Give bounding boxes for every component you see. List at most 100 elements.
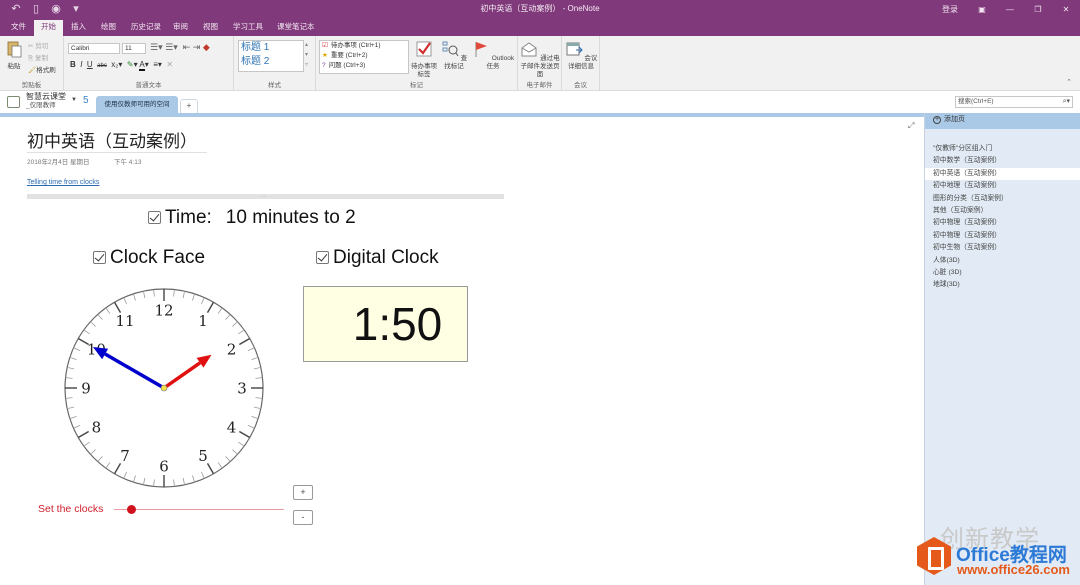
tab-class-notebook[interactable]: 课堂笔记本 xyxy=(270,20,322,36)
tags-gallery[interactable]: ☑ 待办事项 (Ctrl+1) ★ 重要 (Ctrl+2) ? 问题 (Ctrl+3) xyxy=(319,40,409,74)
time-label: Time: xyxy=(165,207,212,228)
clear-format-icon[interactable]: ◆ xyxy=(203,42,210,52)
notebook-icon[interactable] xyxy=(7,96,20,108)
find-tags-button[interactable]: 查找标记 xyxy=(440,40,468,71)
format-painter-button[interactable]: 🖌格式刷 xyxy=(28,64,56,74)
time-slider-thumb[interactable] xyxy=(126,505,136,514)
tab-file[interactable]: 文件 xyxy=(4,20,33,36)
strikethrough-button[interactable]: abc xyxy=(97,63,107,69)
numbered-list-icon[interactable]: ☰ xyxy=(165,42,173,52)
email-page-button[interactable]: 通过电子邮件发送页面 xyxy=(520,40,560,79)
page-list-item[interactable]: 人体(3D) xyxy=(925,255,1080,267)
section-count: 5 xyxy=(83,95,89,106)
tab-learning-tools[interactable]: 学习工具 xyxy=(226,20,270,36)
time-checkbox[interactable] xyxy=(148,211,161,225)
paste-button[interactable]: 粘贴 xyxy=(4,40,24,71)
decrement-button[interactable]: - xyxy=(293,510,313,525)
notebook-name: 智慧云课堂 xyxy=(26,92,66,101)
analog-clock[interactable]: 121234567891011 xyxy=(63,287,265,489)
tab-history[interactable]: 历史记录 xyxy=(124,20,168,36)
page-list-item[interactable]: 图形的分类（互动案例） xyxy=(925,193,1080,205)
tab-home[interactable]: 开始 xyxy=(34,20,63,36)
tag-important[interactable]: ★ 重要 (Ctrl+2) xyxy=(320,51,408,61)
ribbon-tabs: 文件 开始 插入 绘图 历史记录 审阅 视图 学习工具 课堂笔记本 xyxy=(0,18,1080,36)
tab-review[interactable]: 审阅 xyxy=(166,20,195,36)
notebook-dropdown-icon[interactable]: ▼ xyxy=(71,97,77,103)
page-list-item[interactable]: "仅教师"分区组入门 xyxy=(925,143,1080,155)
digital-clock-display: 1:50 xyxy=(303,286,468,362)
ribbon-display-icon[interactable]: ▣ xyxy=(968,0,996,18)
indent-icon[interactable]: ⇥ xyxy=(193,42,201,52)
calendar-icon xyxy=(566,42,583,56)
time-slider[interactable] xyxy=(114,509,284,510)
page-list-item[interactable]: 其他（互动案例） xyxy=(925,205,1080,217)
tag-question[interactable]: ? 问题 (Ctrl+3) xyxy=(320,61,408,71)
page-canvas[interactable]: ⤢ 初中英语（互动案例） 2018年2月4日 星期日 下午 4:13 Telli… xyxy=(0,117,924,585)
style-heading-2[interactable]: 标题 2 xyxy=(239,55,303,69)
add-page-button[interactable]: + 添加页 xyxy=(925,113,1080,129)
embed-drag-handle[interactable]: ···· xyxy=(27,194,504,199)
fullscreen-icon[interactable]: ⤢ xyxy=(908,121,914,131)
meeting-details-button[interactable]: 会议详细信息 xyxy=(564,40,598,71)
align-icon[interactable]: ≡ xyxy=(153,60,158,69)
delete-icon[interactable]: ✕ xyxy=(166,60,173,69)
tab-view[interactable]: 视图 xyxy=(196,20,225,36)
section-tab[interactable]: 使用仅教师可用的空间 xyxy=(96,96,178,113)
clock-number: 7 xyxy=(120,447,130,465)
close-icon[interactable]: ✕ xyxy=(1052,0,1080,18)
tab-draw[interactable]: 绘图 xyxy=(94,20,123,36)
underline-button[interactable]: U xyxy=(87,60,93,69)
search-input[interactable]: 搜索(Ctrl+E) ⌕▾ xyxy=(955,96,1073,108)
outlook-tasks-label: Outlook 任务 xyxy=(486,55,515,70)
search-icon[interactable]: ⌕▾ xyxy=(1063,97,1070,107)
email-group: 通过电子邮件发送页面 电子邮件 xyxy=(518,36,562,91)
styles-scroll[interactable]: ▴ ▾ ▿ xyxy=(305,40,308,70)
todo-tag-button[interactable]: 待办事项标签 xyxy=(411,40,437,79)
page-list-item[interactable]: 初中物理（互动案例） xyxy=(925,230,1080,242)
page-date: 2018年2月4日 星期日 xyxy=(27,159,90,166)
restore-icon[interactable]: ❐ xyxy=(1024,0,1052,18)
time-row: Time: 10 minutes to 2 xyxy=(148,207,356,229)
digital-clock-checkbox[interactable] xyxy=(316,251,329,265)
page-list-item[interactable]: 初中英语（互动案例） xyxy=(925,167,1080,181)
outdent-icon[interactable]: ⇤ xyxy=(183,42,191,52)
minimize-icon[interactable]: — xyxy=(996,0,1024,18)
italic-button[interactable]: I xyxy=(80,60,82,69)
increment-button[interactable]: + xyxy=(293,485,313,500)
font-family-select[interactable]: Calibri xyxy=(68,43,120,54)
tab-insert[interactable]: 插入 xyxy=(64,20,93,36)
page-list-item[interactable]: 初中地理（互动案例） xyxy=(925,180,1080,192)
clock-number: 8 xyxy=(92,419,102,437)
envelope-icon xyxy=(521,42,537,57)
outlook-tasks-button[interactable]: Outlook 任务 xyxy=(470,40,516,71)
telling-time-link[interactable]: Telling time from clocks xyxy=(27,179,99,186)
copy-button[interactable]: ⎘ 复制 xyxy=(28,52,48,63)
login-button[interactable]: 登录 xyxy=(932,0,968,18)
page-list-item[interactable]: 初中生物（互动案例） xyxy=(925,242,1080,254)
tags-group-label: 标记 xyxy=(410,82,423,89)
subscript-button[interactable]: x₂ xyxy=(111,60,118,69)
page-list: "仅教师"分区组入门 初中数学（互动案例） 初中英语（互动案例） 初中地理（互动案例）… xyxy=(925,143,1080,292)
tag-todo[interactable]: ☑ 待办事项 (Ctrl+1) xyxy=(320,41,408,51)
page-list-item[interactable]: 初中物理（互动案例） xyxy=(925,217,1080,229)
style-heading-1[interactable]: 标题 1 xyxy=(239,41,303,55)
clock-center xyxy=(160,384,168,392)
styles-gallery[interactable]: 标题 1 标题 2 xyxy=(238,40,304,72)
cut-button[interactable]: ✂ 剪切 xyxy=(28,40,48,50)
bullet-list-icon[interactable]: ☰ xyxy=(150,42,158,52)
page-list-item[interactable]: 地球(3D) xyxy=(925,279,1080,291)
highlight-icon[interactable]: ✎ xyxy=(127,60,134,69)
page-list-item[interactable]: 心脏 (3D) xyxy=(925,267,1080,279)
bold-button[interactable]: B xyxy=(70,60,76,69)
font-size-select[interactable]: 11 xyxy=(122,43,146,54)
notebook-selector[interactable]: 智慧云课堂 _仅限教师 xyxy=(26,92,66,110)
add-section-button[interactable]: + xyxy=(180,99,198,113)
collapse-ribbon-icon[interactable]: ⌃ xyxy=(1066,78,1072,86)
page-title[interactable]: 初中英语（互动案例） xyxy=(27,127,197,152)
page-list-item[interactable]: 初中数学（互动案例） xyxy=(925,155,1080,167)
copy-label: 复制 xyxy=(35,55,49,62)
clock-face-checkbox[interactable] xyxy=(93,251,106,265)
font-color-icon[interactable]: A xyxy=(139,60,145,71)
tags-group: ☑ 待办事项 (Ctrl+1) ★ 重要 (Ctrl+2) ? 问题 (Ctrl+3)… xyxy=(316,36,518,91)
list-buttons[interactable]: ☰▾ ☰▾ ⇤ ⇥ ◆ xyxy=(150,42,210,53)
